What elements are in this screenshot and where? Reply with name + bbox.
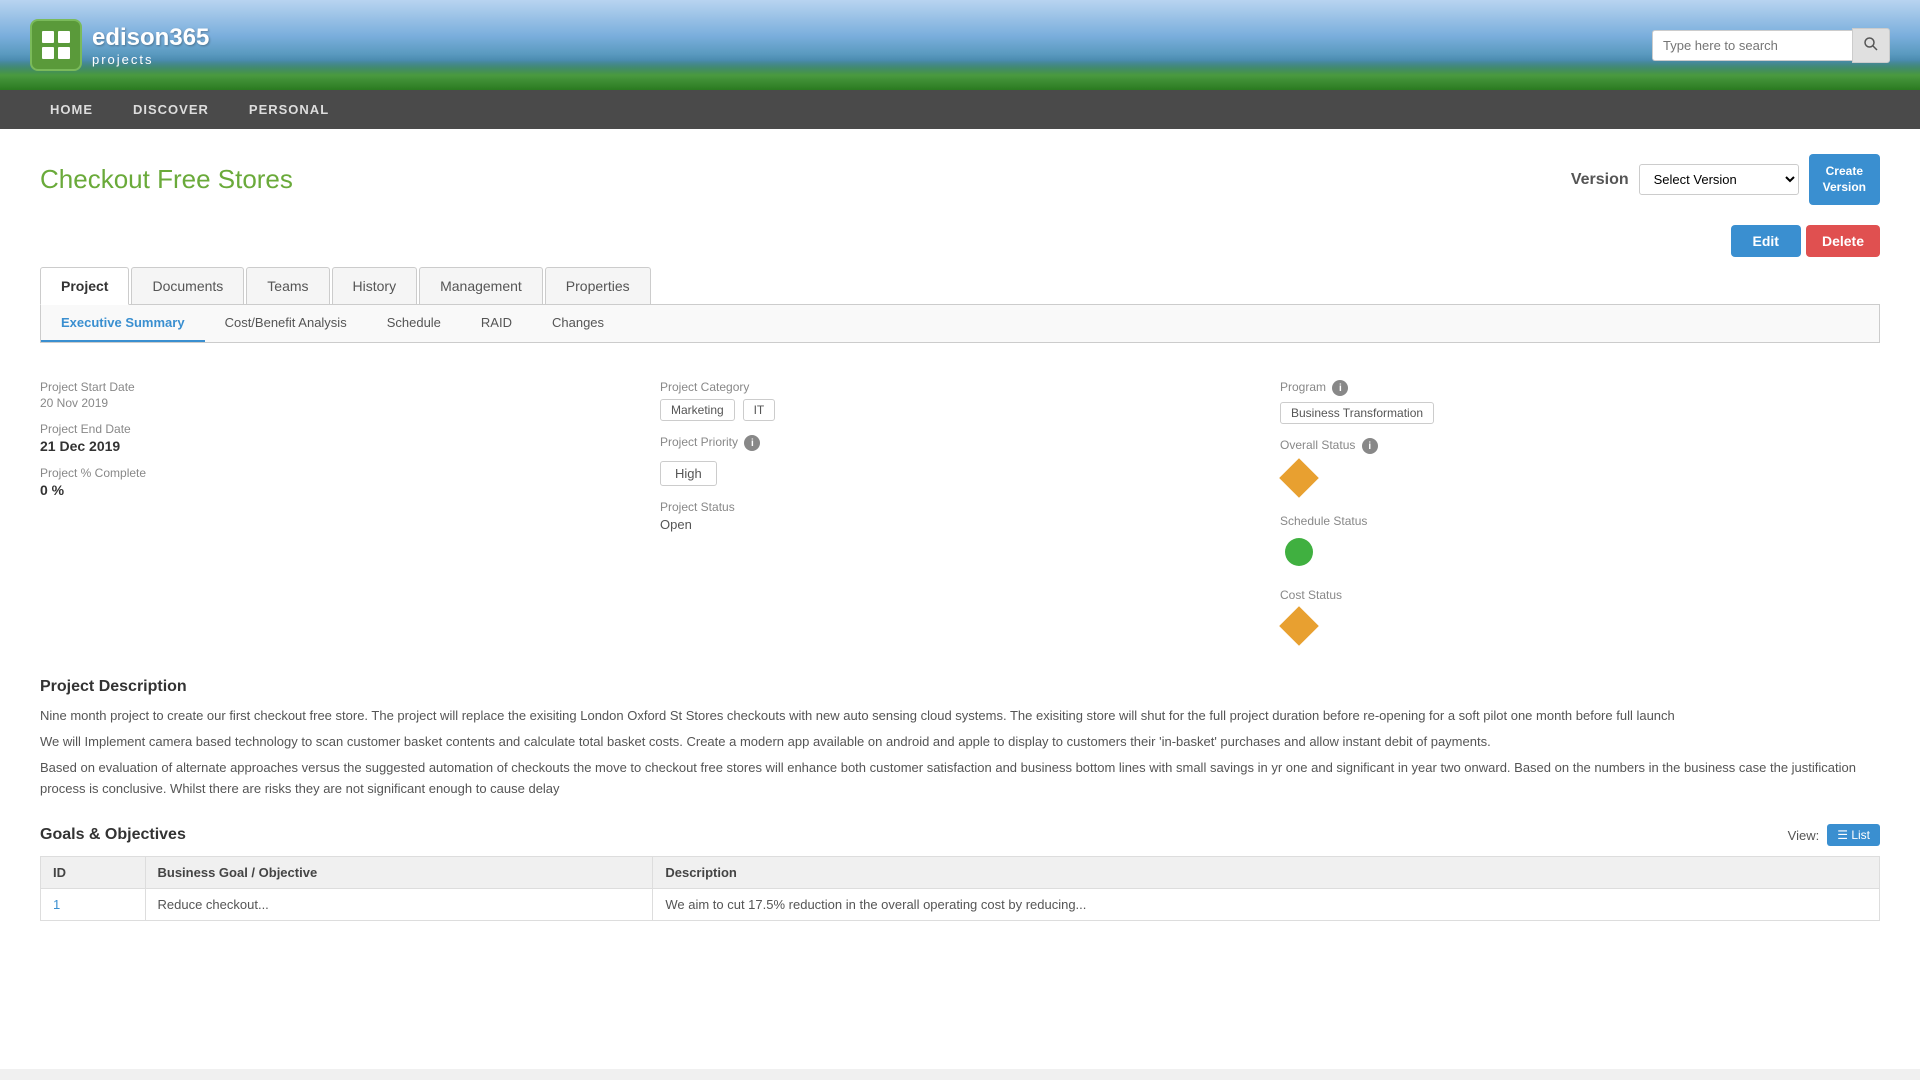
tab-cost-benefit[interactable]: Cost/Benefit Analysis	[205, 305, 367, 342]
logo-icon	[30, 19, 82, 71]
cost-status-label: Cost Status	[1280, 588, 1880, 602]
page-title: Checkout Free Stores	[40, 164, 293, 195]
list-label: List	[1851, 828, 1870, 842]
search-input[interactable]	[1652, 30, 1852, 61]
col-id: ID	[41, 857, 146, 889]
delete-button[interactable]: Delete	[1806, 225, 1880, 257]
overall-status-diamond	[1279, 458, 1319, 498]
row-id: 1	[41, 889, 146, 921]
schedule-status-circle	[1285, 538, 1313, 566]
page-header: Checkout Free Stores Version Select Vers…	[40, 154, 1880, 205]
tab-executive-summary[interactable]: Executive Summary	[41, 305, 205, 342]
list-icon: ☰	[1837, 828, 1848, 842]
category-section: Project Category Marketing IT Project Pr…	[660, 368, 1260, 648]
end-date-label: Project End Date	[40, 422, 640, 436]
nav-item-personal[interactable]: PERSONAL	[229, 90, 349, 129]
schedule-status-indicator	[1280, 533, 1880, 574]
overall-status-indicator	[1280, 459, 1880, 500]
tab-project[interactable]: Project	[40, 267, 129, 305]
view-toggle: View: ☰ List	[1788, 824, 1880, 846]
tag-marketing: Marketing	[660, 399, 735, 421]
row-goal: Reduce checkout...	[145, 889, 653, 921]
category-tags: Marketing IT	[660, 399, 1260, 421]
description-para-1: Nine month project to create our first c…	[40, 706, 1880, 727]
nav-item-discover[interactable]: DISCOVER	[113, 90, 229, 129]
complete-value: 0 %	[40, 482, 640, 498]
description-title: Project Description	[40, 678, 1880, 696]
tabs-secondary: Executive Summary Cost/Benefit Analysis …	[40, 305, 1880, 343]
goals-section: Goals & Objectives View: ☰ List ID Busin…	[40, 824, 1880, 921]
col-description: Description	[653, 857, 1880, 889]
dates-section: Project Start Date 20 Nov 2019 Project E…	[40, 368, 640, 648]
program-section: Program i Business Transformation Overal…	[1280, 368, 1880, 648]
priority-label: Project Priority i	[660, 435, 1260, 451]
tab-teams[interactable]: Teams	[246, 267, 329, 304]
description-para-3: Based on evaluation of alternate approac…	[40, 758, 1880, 800]
version-label: Version	[1571, 171, 1629, 189]
col-goal: Business Goal / Objective	[145, 857, 653, 889]
category-label: Project Category	[660, 380, 1260, 394]
tab-history[interactable]: History	[332, 267, 418, 304]
start-date-label: Project Start Date	[40, 380, 640, 394]
tab-schedule[interactable]: Schedule	[367, 305, 461, 342]
row-description: We aim to cut 17.5% reduction in the ove…	[653, 889, 1880, 921]
cost-status-diamond	[1279, 606, 1319, 646]
project-details: Project Start Date 20 Nov 2019 Project E…	[40, 368, 1880, 648]
goals-header: Goals & Objectives View: ☰ List	[40, 824, 1880, 846]
priority-value: High	[660, 461, 717, 486]
schedule-status-label: Schedule Status	[1280, 514, 1880, 528]
action-buttons: Edit Delete	[40, 225, 1880, 257]
priority-info-icon[interactable]: i	[744, 435, 760, 451]
view-label: View:	[1788, 828, 1820, 843]
logo-text: edison365 projects	[92, 24, 209, 67]
list-view-button[interactable]: ☰ List	[1827, 824, 1880, 846]
status-value: Open	[660, 517, 1260, 532]
cost-status-indicator	[1280, 607, 1880, 648]
table-header-row: ID Business Goal / Objective Description	[41, 857, 1880, 889]
tabs-primary: Project Documents Teams History Manageme…	[40, 267, 1880, 305]
program-value: Business Transformation	[1280, 402, 1434, 424]
table-row: 1 Reduce checkout... We aim to cut 17.5%…	[41, 889, 1880, 921]
brand-name: edison365	[92, 24, 209, 52]
tab-management[interactable]: Management	[419, 267, 543, 304]
description-para-2: We will Implement camera based technolog…	[40, 732, 1880, 753]
tag-it: IT	[743, 399, 776, 421]
tab-documents[interactable]: Documents	[131, 267, 244, 304]
create-version-button[interactable]: CreateVersion	[1809, 154, 1880, 205]
project-description: Project Description Nine month project t…	[40, 678, 1880, 799]
search-area	[1652, 28, 1890, 63]
header: edison365 projects	[0, 0, 1920, 90]
brand-sub: projects	[92, 52, 209, 67]
nav-item-home[interactable]: HOME	[30, 90, 113, 129]
search-button[interactable]	[1852, 28, 1890, 63]
nav-bar: HOME DISCOVER PERSONAL	[0, 90, 1920, 129]
version-area: Version Select Version Version 1 Version…	[1571, 154, 1880, 205]
logo-area: edison365 projects	[30, 19, 209, 71]
program-label: Program i	[1280, 380, 1880, 396]
overall-status-label: Overall Status i	[1280, 438, 1880, 454]
goals-table: ID Business Goal / Objective Description…	[40, 856, 1880, 921]
tab-changes[interactable]: Changes	[532, 305, 624, 342]
status-label: Project Status	[660, 500, 1260, 514]
overall-status-info-icon[interactable]: i	[1362, 438, 1378, 454]
main-content: Checkout Free Stores Version Select Vers…	[0, 129, 1920, 1069]
tab-properties[interactable]: Properties	[545, 267, 651, 304]
version-select[interactable]: Select Version Version 1 Version 2	[1639, 164, 1799, 195]
start-date-value: 20 Nov 2019	[40, 396, 640, 410]
goals-title: Goals & Objectives	[40, 826, 186, 844]
edit-button[interactable]: Edit	[1731, 225, 1801, 257]
end-date-value: 21 Dec 2019	[40, 438, 640, 454]
complete-label: Project % Complete	[40, 466, 640, 480]
program-info-icon[interactable]: i	[1332, 380, 1348, 396]
tab-raid[interactable]: RAID	[461, 305, 532, 342]
